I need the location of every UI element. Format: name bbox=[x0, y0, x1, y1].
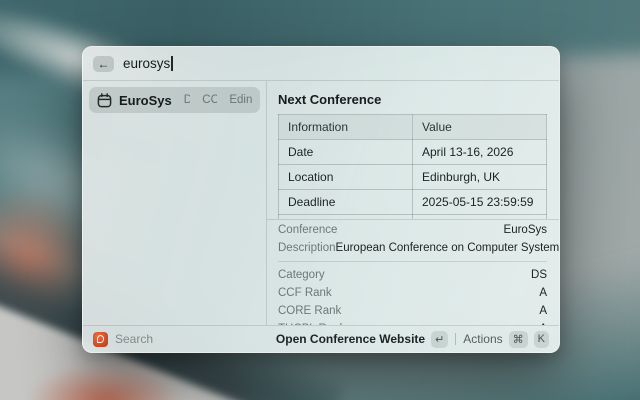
metadata-row-category: Category DS bbox=[278, 266, 547, 284]
table-header-value: Value bbox=[413, 115, 547, 140]
detail-heading: Next Conference bbox=[278, 92, 547, 108]
back-button[interactable]: ← bbox=[93, 56, 114, 72]
results-list: EuroSys DS CCF: A Edinburg... bbox=[83, 81, 267, 325]
table-cell-value: April 13-16, 2026 bbox=[413, 140, 547, 165]
metadata-value: A bbox=[539, 305, 547, 317]
return-key-icon: ↵ bbox=[431, 331, 448, 348]
detail-panel: Next Conference Information Value Date A… bbox=[267, 81, 559, 325]
list-item-title: EuroSys bbox=[119, 93, 172, 108]
back-arrow-icon: ← bbox=[98, 58, 110, 70]
table-header-row: Information Value bbox=[279, 115, 547, 140]
metadata-label: CORE Rank bbox=[278, 305, 341, 317]
search-bar: ← eurosys bbox=[83, 47, 559, 81]
metadata-value: EuroSys bbox=[504, 224, 547, 236]
list-item-tag-location: Edinburg... bbox=[229, 94, 252, 106]
table-cell-value: Edinburgh, UK bbox=[413, 165, 547, 190]
footer-divider bbox=[455, 333, 456, 345]
text-caret bbox=[171, 56, 173, 71]
footer-mode-label: Search bbox=[115, 332, 153, 346]
metadata-label: CCF Rank bbox=[278, 287, 332, 299]
table-header-information: Information bbox=[279, 115, 413, 140]
wallpaper-shape bbox=[25, 362, 185, 400]
metadata-row-conference: Conference EuroSys bbox=[278, 221, 547, 239]
metadata-section: Conference EuroSys Description European … bbox=[267, 220, 559, 325]
table-cell-value: 2025-05-15 23:59:59 bbox=[413, 190, 547, 215]
actions-menu-button[interactable]: Actions ⌘ K bbox=[463, 331, 549, 348]
list-item-tag-ccf: CCF: A bbox=[202, 94, 217, 106]
actions-label: Actions bbox=[463, 332, 502, 346]
metadata-label: Conference bbox=[278, 224, 337, 236]
metadata-row-description: Description European Conference on Compu… bbox=[278, 239, 547, 257]
table-cell-label: Deadline bbox=[279, 190, 413, 215]
metadata-label: Description bbox=[278, 242, 336, 254]
list-item-tag-category: DS bbox=[184, 94, 191, 106]
conference-table: Information Value Date April 13-16, 2026… bbox=[278, 114, 547, 219]
metadata-label: Category bbox=[278, 269, 325, 281]
table-row: Date April 13-16, 2026 bbox=[279, 140, 547, 165]
launcher-window: ← eurosys EuroSys DS CCF: A bbox=[82, 46, 560, 353]
table-row: Deadline 2025-05-15 23:59:59 bbox=[279, 190, 547, 215]
table-cell-label: Date bbox=[279, 140, 413, 165]
metadata-value: European Conference on Computer Systems bbox=[336, 242, 559, 254]
primary-action-label: Open Conference Website bbox=[276, 332, 425, 346]
k-key-icon: K bbox=[534, 331, 549, 348]
calendar-icon bbox=[97, 93, 112, 108]
action-bar: Search Open Conference Website ↵ Actions… bbox=[83, 325, 559, 352]
metadata-value: DS bbox=[531, 269, 547, 281]
table-row: Location Edinburgh, UK bbox=[279, 165, 547, 190]
search-query-text: eurosys bbox=[123, 56, 170, 71]
list-item-eurosys[interactable]: EuroSys DS CCF: A Edinburg... bbox=[89, 87, 260, 113]
metadata-row-core-rank: CORE Rank A bbox=[278, 302, 547, 320]
metadata-separator bbox=[278, 261, 547, 262]
metadata-row-ccf-rank: CCF Rank A bbox=[278, 284, 547, 302]
open-conference-website-button[interactable]: Open Conference Website ↵ bbox=[276, 331, 448, 348]
search-input[interactable]: eurosys bbox=[123, 56, 173, 71]
table-cell-label: Location bbox=[279, 165, 413, 190]
main-content: EuroSys DS CCF: A Edinburg... Next Confe… bbox=[83, 81, 559, 325]
metadata-value: A bbox=[539, 287, 547, 299]
extension-app-icon bbox=[93, 332, 108, 347]
command-key-icon: ⌘ bbox=[509, 331, 528, 348]
